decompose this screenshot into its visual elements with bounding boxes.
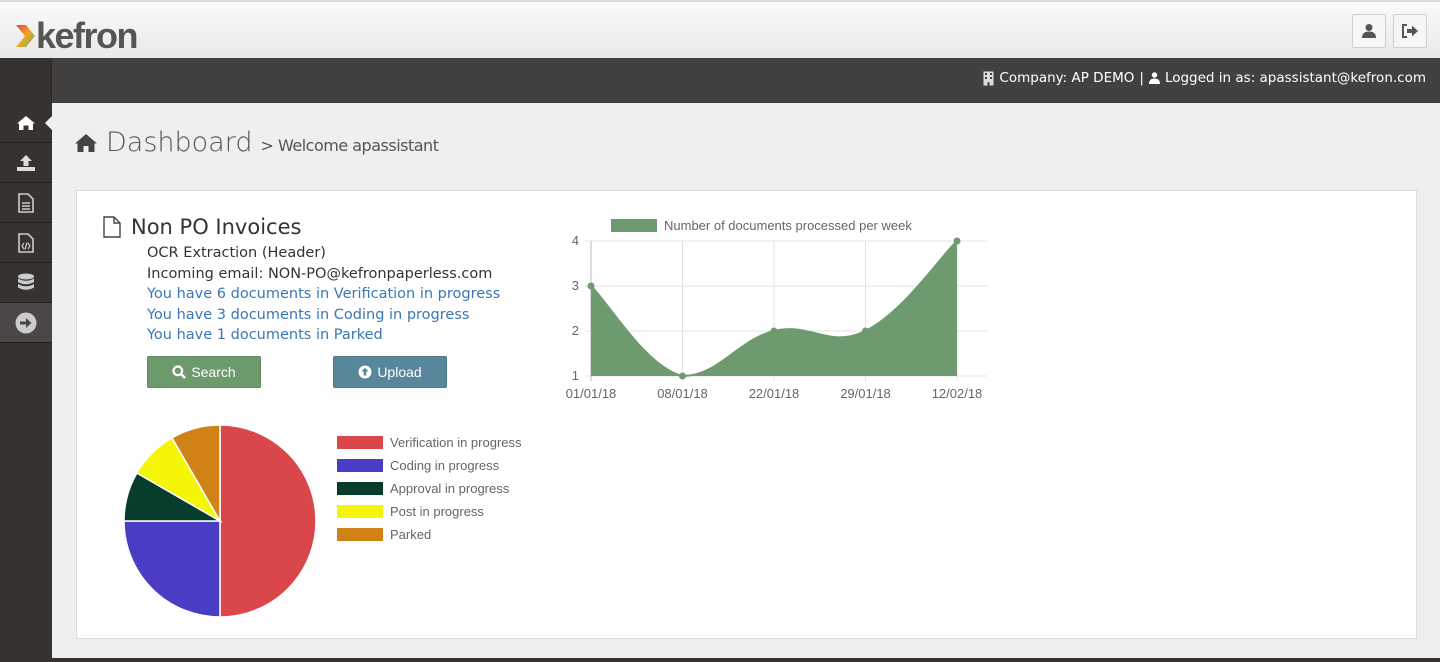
top-bar: kefron [0,0,1440,58]
upload-icon [17,154,35,171]
sidebar-item-database[interactable] [0,263,52,303]
info-bar: Company: AP DEMO | Logged in as: apassis… [0,58,1440,103]
search-icon [172,365,187,379]
logo-text: kefron [36,15,139,56]
sidebar-item-documents[interactable] [0,183,52,223]
home-icon [75,133,97,152]
legend-label: Coding in progress [390,458,500,473]
logo-chevron-icon [16,25,35,47]
incoming-email-label: Incoming email: NON-PO@kefronpaperless.c… [147,265,493,282]
legend-swatch [337,505,383,518]
sidebar-item-expand[interactable] [0,303,52,343]
sidebar-item-home[interactable] [0,103,53,143]
profile-button[interactable] [1352,14,1386,48]
main-content: Dashboard > Welcome apassistant Non PO I… [52,103,1440,662]
legend-item[interactable]: Post in progress [337,500,522,523]
database-icon [18,273,34,290]
y-tick-label: 3 [572,278,579,293]
pie-slice [123,520,221,618]
pie-chart-svg [123,424,317,618]
x-tick-label: 29/01/18 [840,386,891,401]
sidebar-item-code-documents[interactable] [0,223,52,263]
legend-item[interactable]: Approval in progress [337,477,522,500]
separator: | [1139,70,1144,86]
legend-label: Verification in progress [390,435,522,450]
search-button-label: Search [191,364,236,380]
user-icon [1362,24,1376,38]
legend-label: Number of documents processed per week [664,218,912,233]
data-point [679,372,686,380]
building-icon [983,71,994,85]
arrow-circle-up-icon [358,365,372,379]
sidebar-item-upload[interactable] [0,143,52,183]
file-text-icon [18,192,34,213]
page-title: Dashboard > Welcome apassistant [74,127,439,158]
section-title-text: Non PO Invoices [131,215,302,239]
legend-swatch [337,459,383,472]
legend-label: Parked [390,527,432,542]
file-code-icon [18,232,34,253]
data-point [862,327,869,335]
x-tick-label: 12/02/18 [932,386,983,401]
data-point [953,237,961,245]
legend-item[interactable]: Coding in progress [337,454,522,477]
legend-label: Post in progress [390,504,484,519]
status-pie-chart [115,423,327,623]
ocr-extraction-label: OCR Extraction (Header) [147,245,326,261]
data-point [587,282,595,290]
pie-legend: Verification in progress Coding in progre… [337,431,522,546]
section-title: Non PO Invoices [103,215,301,239]
section-details: OCR Extraction (Header) Incoming email: … [147,243,500,346]
user-small-icon [1148,72,1160,84]
legend-swatch [337,528,383,541]
x-tick-label: 08/01/18 [657,386,708,401]
home-icon [17,115,35,130]
company-label: Company: AP DEMO [999,70,1135,86]
arrow-circle-right-icon [15,312,37,333]
x-tick-label: 22/01/18 [749,386,800,401]
legend-swatch [337,482,383,495]
file-icon [103,216,121,238]
non-po-invoices-panel: Non PO Invoices OCR Extraction (Header) … [76,190,1417,639]
legend-swatch [611,219,657,232]
pie-slice [219,424,317,618]
sign-out-icon [1402,24,1418,38]
y-tick-label: 2 [572,323,579,338]
parked-link[interactable]: You have 1 documents in Parked [147,325,500,346]
legend-label: Approval in progress [390,481,510,496]
welcome-subtitle: > Welcome apassistant [260,136,439,155]
upload-button[interactable]: Upload [333,356,447,388]
documents-per-week-chart: Number of documents processed per week 1 2… [539,211,989,415]
upload-button-label: Upload [377,364,422,380]
logged-in-label: Logged in as: apassistant@kefron.com [1164,70,1426,86]
line-chart-svg: Number of documents processed per week12… [566,218,987,401]
data-point [770,327,778,335]
infobar-corner [0,58,52,103]
x-tick-label: 01/01/18 [566,386,617,401]
y-tick-label: 1 [572,368,579,383]
legend-swatch [337,436,383,449]
sidebar [0,103,53,662]
bottom-bar [52,658,1440,662]
legend-item[interactable]: Verification in progress [337,431,522,454]
y-tick-label: 4 [572,233,579,248]
legend-item[interactable]: Parked [337,523,522,546]
verification-link[interactable]: You have 6 documents in Verification in … [147,284,500,305]
search-button[interactable]: Search [147,356,261,388]
logout-button[interactable] [1393,14,1427,48]
dashboard-title: Dashboard [106,127,253,158]
kefron-logo[interactable]: kefron [14,15,139,56]
coding-link[interactable]: You have 3 documents in Coding in progre… [147,305,500,326]
